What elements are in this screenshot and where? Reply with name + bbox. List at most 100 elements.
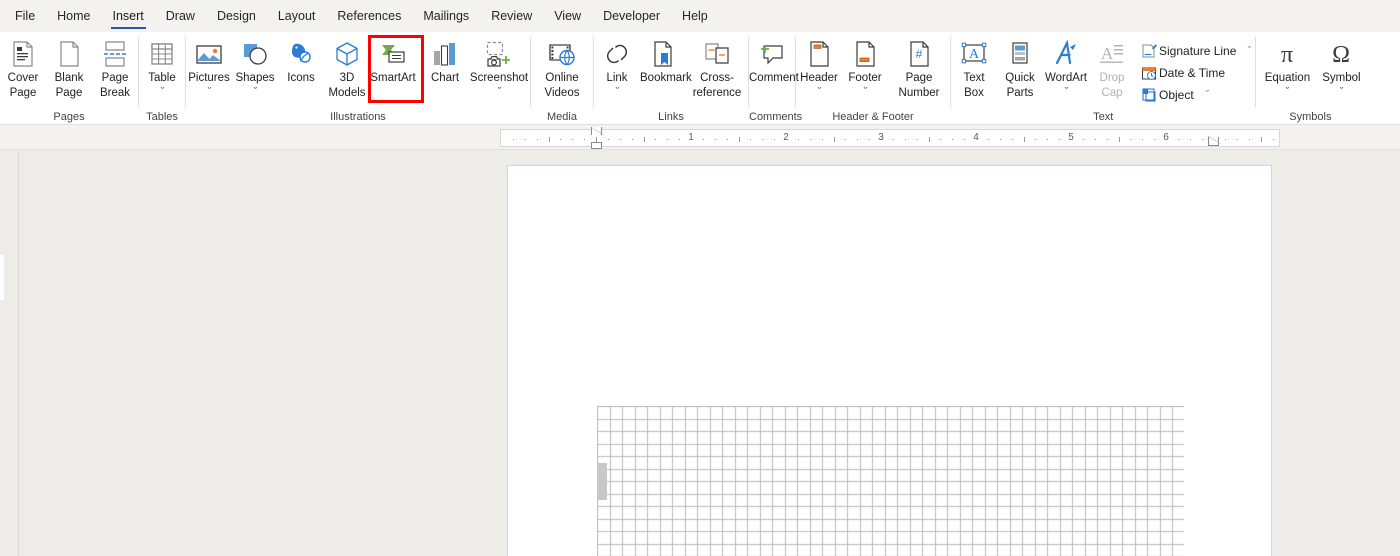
bookmark-button[interactable]: Bookmark: [640, 34, 686, 102]
ribbon-group-illustrations: PicturesˇShapesˇIcons3DModelsSmartArtCha…: [186, 32, 530, 125]
tab-draw[interactable]: Draw: [155, 0, 206, 32]
equation-dropdown-chevron-icon[interactable]: ˇ: [1286, 87, 1290, 96]
ribbon-group-label: Media: [531, 110, 593, 124]
tab-references[interactable]: References: [326, 0, 412, 32]
smartart-button[interactable]: SmartArt: [370, 34, 416, 102]
date-time-button[interactable]: Date & Time: [1135, 62, 1255, 84]
screenshot-button[interactable]: Screenshotˇ: [468, 34, 530, 102]
ruler-dot: [988, 139, 989, 140]
document-page[interactable]: [507, 165, 1272, 556]
word-window: FileHomeInsertDrawDesign Layout References…: [0, 0, 1400, 556]
signature-line-dropdown-chevron-icon[interactable]: ˇ: [1248, 46, 1252, 55]
wordart-dropdown-chevron-icon[interactable]: ˇ: [1064, 87, 1068, 96]
shapes-dropdown-row[interactable]: ˇ: [254, 85, 257, 97]
signature-line-button[interactable]: Signature Line ˇ: [1135, 40, 1255, 62]
tab-design[interactable]: Design: [206, 0, 267, 32]
symbol-dropdown-chevron-icon[interactable]: ˇ: [1340, 87, 1344, 96]
svg-text:A: A: [969, 47, 980, 62]
tab-mailings[interactable]: Mailings: [412, 0, 480, 32]
ribbon-group-symbols: πEquationˇΩSymbolˇSymbols: [1256, 32, 1364, 125]
wordart-dropdown-row[interactable]: ˇ: [1065, 85, 1068, 97]
blank-page-button[interactable]: BlankPage: [46, 34, 92, 102]
ruler-dot: [952, 139, 953, 140]
cover-page-button[interactable]: CoverPage: [0, 34, 46, 102]
ruler-dot: [727, 139, 728, 140]
canvas-left-margin: [0, 150, 507, 556]
ruler-number: 2: [783, 132, 789, 143]
footer-dropdown-chevron-icon[interactable]: ˇ: [863, 87, 867, 96]
ruler-dot: [513, 139, 514, 140]
screenshot-dropdown-row[interactable]: ˇ: [498, 85, 501, 97]
shapes-button[interactable]: Shapesˇ: [232, 34, 278, 102]
first-line-indent-marker[interactable]: [591, 127, 602, 135]
footer-button[interactable]: Footerˇ: [842, 34, 888, 102]
quick-parts-button[interactable]: QuickParts: [997, 34, 1043, 102]
tab-review[interactable]: Review: [480, 0, 543, 32]
chart-button[interactable]: Chart: [422, 34, 468, 102]
3d-models-button[interactable]: 3DModels: [324, 34, 370, 102]
ribbon-group-label: Pages: [0, 110, 138, 124]
horizontal-ruler[interactable]: 123456: [500, 129, 1280, 147]
left-indent-markers[interactable]: [591, 130, 602, 148]
link-dropdown-row[interactable]: ˇ: [616, 85, 619, 97]
header-dropdown-chevron-icon[interactable]: ˇ: [817, 87, 821, 96]
ruler-dot: [1012, 139, 1013, 140]
equation-button[interactable]: πEquationˇ: [1256, 34, 1318, 102]
cross-reference-button[interactable]: Cross-reference: [686, 34, 748, 102]
right-indent-marker[interactable]: [1208, 137, 1219, 146]
object-dropdown-chevron-icon[interactable]: ˇ: [1205, 90, 1209, 99]
equation-dropdown-row[interactable]: ˇ: [1286, 85, 1289, 97]
tab-layout[interactable]: Layout: [267, 0, 327, 32]
online-videos-button[interactable]: OnlineVideos: [531, 34, 593, 102]
smartart-icon: [378, 38, 408, 70]
symbol-dropdown-row[interactable]: ˇ: [1340, 85, 1343, 97]
header-button[interactable]: Headerˇ: [796, 34, 842, 102]
ruler-dot: [762, 139, 763, 140]
pictures-button[interactable]: Picturesˇ: [186, 34, 232, 102]
svg-text:Ω: Ω: [1332, 42, 1350, 68]
tab-help[interactable]: Help: [671, 0, 719, 32]
chart-icon: [430, 38, 460, 70]
equation-label: Equation: [1256, 72, 1318, 85]
page-break-button[interactable]: PageBreak: [92, 34, 138, 102]
pictures-dropdown-row[interactable]: ˇ: [208, 85, 211, 97]
tab-label: Layout: [278, 9, 316, 23]
left-indent-marker[interactable]: [591, 142, 602, 149]
tab-home[interactable]: Home: [46, 0, 101, 32]
table-dropdown-row[interactable]: ˇ: [161, 85, 164, 97]
object-button[interactable]: Objectˇ: [1135, 84, 1255, 106]
text-box-button[interactable]: ATextBox: [951, 34, 997, 102]
page-number-button[interactable]: #PageNumber: [888, 34, 950, 102]
online-videos-label-line2: Videos: [531, 87, 593, 100]
tab-view[interactable]: View: [543, 0, 592, 32]
footer-dropdown-row[interactable]: ˇ: [864, 85, 867, 97]
cover-page-label: Cover: [0, 72, 46, 85]
link-button[interactable]: Linkˇ: [594, 34, 640, 102]
table-icon: [147, 38, 177, 70]
ribbon-group-label: Links: [594, 110, 748, 124]
ruler-dot: [1107, 139, 1108, 140]
blank-page-label: Blank: [46, 72, 92, 85]
ruler-area: 123456: [0, 126, 1400, 150]
pictures-dropdown-chevron-icon[interactable]: ˇ: [207, 87, 211, 96]
shapes-dropdown-chevron-icon[interactable]: ˇ: [253, 87, 257, 96]
quick-parts-label: Quick: [997, 72, 1043, 85]
ribbon-group-label: Comments: [749, 110, 795, 124]
table-button[interactable]: Tableˇ: [139, 34, 185, 102]
table-dropdown-chevron-icon[interactable]: ˇ: [160, 87, 164, 96]
icons-button[interactable]: Icons: [278, 34, 324, 102]
tab-developer[interactable]: Developer: [592, 0, 671, 32]
tab-label: Developer: [603, 9, 660, 23]
link-dropdown-chevron-icon[interactable]: ˇ: [615, 87, 619, 96]
header-dropdown-row[interactable]: ˇ: [818, 85, 821, 97]
tab-insert[interactable]: Insert: [102, 0, 155, 32]
cross-reference-icon: [702, 38, 732, 70]
grid-table[interactable]: [597, 406, 1184, 556]
signature-line-label: Signature Line: [1159, 44, 1236, 58]
symbol-button[interactable]: ΩSymbolˇ: [1318, 34, 1364, 102]
comment-button[interactable]: Comment: [749, 34, 795, 102]
screenshot-dropdown-chevron-icon[interactable]: ˇ: [497, 87, 501, 96]
icons-icon: [286, 38, 316, 70]
wordart-button[interactable]: WordArtˇ: [1043, 34, 1089, 102]
tab-file[interactable]: File: [4, 0, 46, 32]
